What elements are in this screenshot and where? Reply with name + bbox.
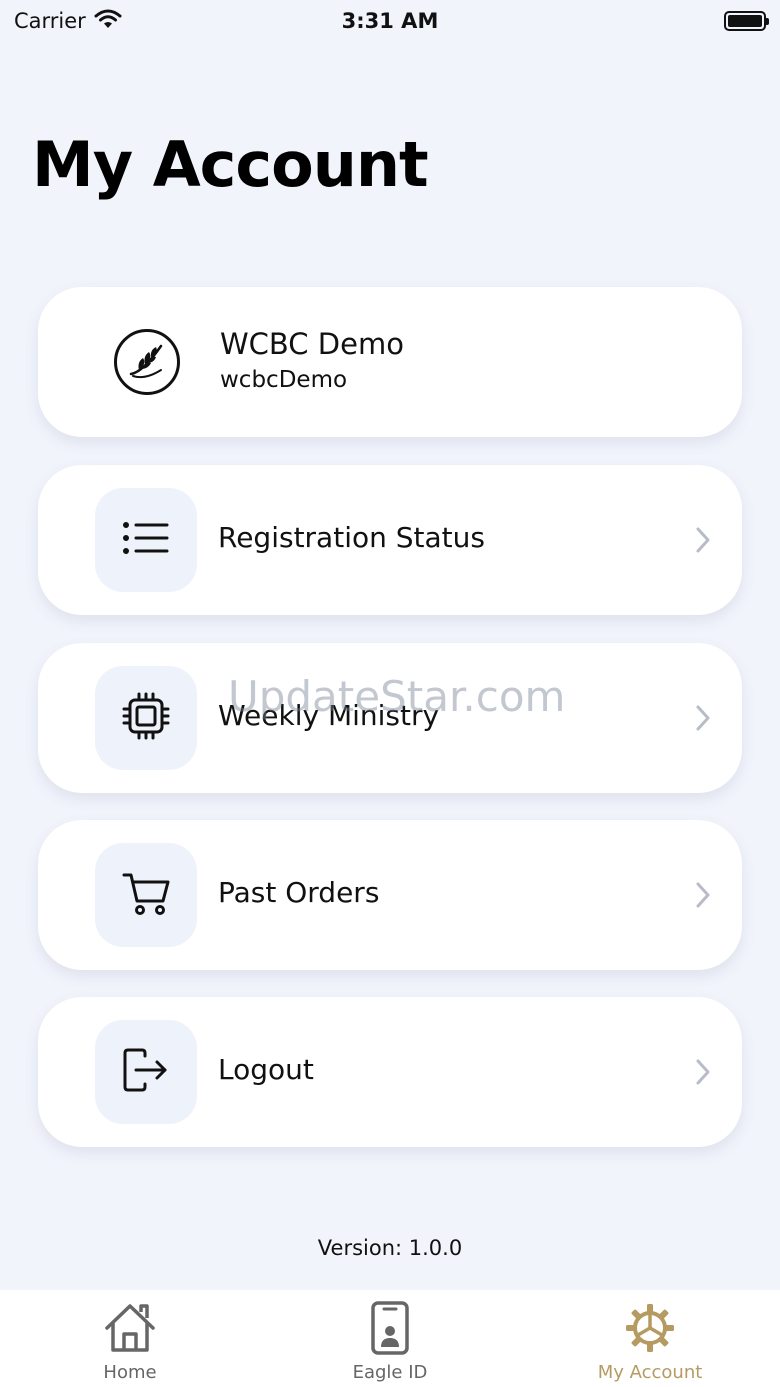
tab-label: My Account (597, 1362, 703, 1383)
wheat-logo-icon (125, 338, 169, 386)
chevron-right-icon (692, 525, 714, 555)
menu-item-logout[interactable]: Logout (38, 997, 742, 1147)
version-label: Version: 1.0.0 (317, 1236, 463, 1260)
menu-item-label: Registration Status (218, 521, 485, 554)
wifi-icon (94, 9, 122, 34)
tab-label: Eagle ID (352, 1362, 428, 1383)
profile-name: WCBC Demo (220, 327, 404, 361)
tab-my-account[interactable]: My Account (520, 1290, 780, 1387)
id-card-icon (370, 1300, 410, 1356)
battery-icon (724, 11, 769, 31)
carrier-label: Carrier (14, 9, 86, 33)
home-icon (103, 1300, 157, 1356)
tab-home[interactable]: Home (0, 1290, 260, 1387)
tab-eagle-id[interactable]: Eagle ID (260, 1290, 520, 1387)
chevron-right-icon (692, 880, 714, 910)
menu-item-past-orders[interactable]: Past Orders (38, 820, 742, 970)
menu-item-registration-status[interactable]: Registration Status (38, 465, 742, 615)
cart-icon (121, 870, 171, 920)
chip-icon (121, 691, 171, 745)
menu-icon-box (95, 488, 197, 592)
profile-username: wcbcDemo (220, 367, 348, 393)
status-left: Carrier (14, 9, 122, 34)
chevron-right-icon (692, 703, 714, 733)
avatar (114, 329, 180, 395)
profile-text: WCBC Demo wcbcDemo (220, 327, 404, 393)
tab-label: Home (103, 1362, 157, 1383)
tab-bar: Home Eagle ID My Account (0, 1290, 780, 1387)
list-icon (122, 520, 170, 560)
page-title: My Account (32, 128, 429, 201)
chevron-right-icon (692, 1057, 714, 1087)
menu-icon-box (95, 843, 197, 947)
gear-icon (625, 1300, 675, 1356)
menu-icon-box (95, 1020, 197, 1124)
logout-icon (121, 1047, 171, 1097)
profile-card: WCBC Demo wcbcDemo (38, 287, 742, 437)
menu-item-label: Past Orders (218, 876, 380, 909)
menu-item-label: Weekly Ministry (218, 699, 440, 732)
menu-icon-box (95, 666, 197, 770)
menu-item-label: Logout (218, 1053, 314, 1086)
status-bar: Carrier 3:31 AM (0, 0, 780, 42)
menu-item-weekly-ministry[interactable]: Weekly Ministry (38, 643, 742, 793)
